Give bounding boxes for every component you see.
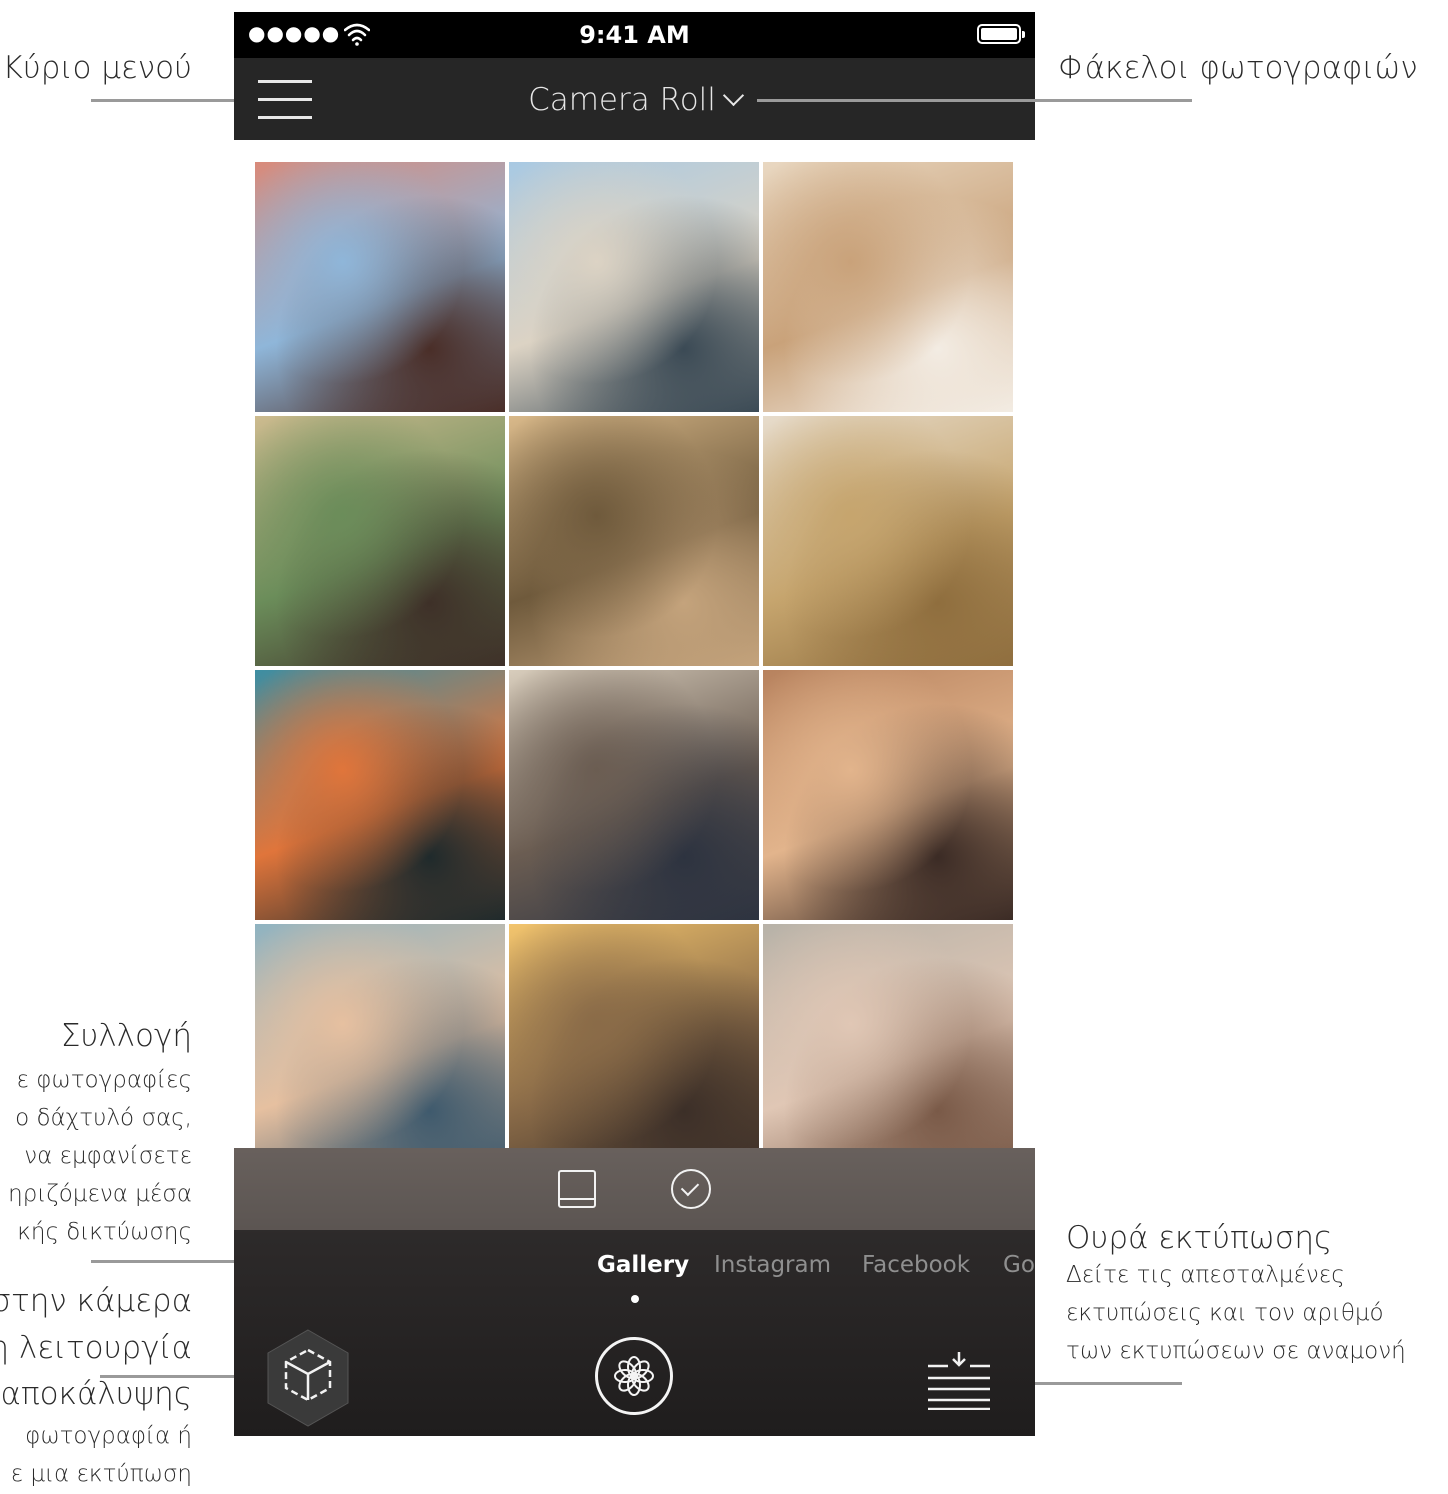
- callout-gallery-line: ο δάχτυλό σας,: [15, 1104, 192, 1131]
- callout-print-queue-line: των εκτυπώσεων σε αναμονή: [1066, 1338, 1406, 1365]
- check-circle-icon[interactable]: [671, 1169, 711, 1209]
- bottom-panel: Gallery Instagram Facebook Goo: [234, 1148, 1035, 1436]
- photo-thumbnail[interactable]: [763, 162, 1013, 412]
- callout-gallery-line: ε φωτογραφίες: [16, 1067, 192, 1093]
- callout-camera-reveal-line: στην κάμερα: [0, 1283, 192, 1319]
- tab-facebook[interactable]: Facebook: [862, 1252, 970, 1278]
- album-title: Camera Roll: [528, 82, 716, 118]
- source-tabs: Gallery Instagram Facebook Goo: [234, 1248, 1035, 1288]
- print-queue-icon[interactable]: [928, 1352, 990, 1410]
- callout-gallery-line: κής δικτύωσης: [17, 1218, 192, 1245]
- photo-thumbnail[interactable]: [255, 924, 505, 1174]
- status-time: 9:41 AM: [579, 21, 690, 49]
- callout-gallery: Συλλογή: [61, 1018, 192, 1055]
- phone-screen: ●●●●● 9:41 AM Camera Roll Gallery Instag…: [234, 12, 1035, 1436]
- callout-main-menu: Κύριο μενού: [3, 50, 192, 87]
- callout-photo-folders-title: Φάκελοι φωτογραφιών: [1058, 50, 1418, 86]
- photo-thumbnail[interactable]: [509, 416, 759, 666]
- callout-photo-folders: Φάκελοι φωτογραφιών: [1058, 50, 1418, 87]
- capture-button[interactable]: [595, 1337, 673, 1415]
- photo-thumbnail[interactable]: [763, 416, 1013, 666]
- photo-folders-leader-line: [757, 99, 1192, 102]
- main-menu-leader-line: [91, 99, 241, 102]
- flower-shutter-icon: [614, 1356, 654, 1396]
- callout-camera-reveal-body-line: ε μια εκτύπωση: [10, 1460, 192, 1487]
- photo-thumbnail[interactable]: [763, 924, 1013, 1174]
- photo-thumbnail[interactable]: [255, 670, 505, 920]
- callout-camera-reveal-line: η λειτουργία: [0, 1329, 192, 1366]
- callout-camera-reveal: στην κάμερα η λειτουργία αποκάλυψης: [0, 1278, 192, 1418]
- callout-gallery-line: ηριζόμενα μέσα: [8, 1180, 192, 1207]
- callout-print-queue-line: Δείτε τις απεσταλμένες: [1066, 1262, 1345, 1289]
- photo-thumbnail[interactable]: [509, 162, 759, 412]
- photo-thumbnail[interactable]: [255, 162, 505, 412]
- photo-thumbnail[interactable]: [509, 670, 759, 920]
- print-queue-leader-line: [1010, 1382, 1182, 1385]
- active-tab-indicator: [631, 1295, 639, 1303]
- tab-instagram[interactable]: Instagram: [714, 1252, 831, 1278]
- chevron-down-icon: [722, 84, 745, 107]
- callout-print-queue-line: εκτυπώσεις και τον αριθμό: [1066, 1300, 1384, 1327]
- callout-print-queue-title: Ουρά εκτύπωσης: [1066, 1220, 1333, 1256]
- callout-gallery-description: ε φωτογραφίες ο δάχτυλό σας, να εμφανίσε…: [8, 1062, 192, 1252]
- photo-thumbnail[interactable]: [509, 924, 759, 1174]
- view-toolbar: [234, 1148, 1035, 1230]
- callout-camera-reveal-description: φωτογραφία ή ε μια εκτύπωση: [11, 1418, 192, 1494]
- callout-main-menu-title: Κύριο μενού: [2, 50, 192, 86]
- cube-icon[interactable]: [264, 1328, 352, 1428]
- tab-gallery[interactable]: Gallery: [597, 1252, 689, 1278]
- callout-print-queue: Ουρά εκτύπωσης Δείτε τις απεσταλμένες εκ…: [1066, 1220, 1406, 1371]
- photo-thumbnail[interactable]: [255, 416, 505, 666]
- callout-gallery-line: να εμφανίσετε: [24, 1142, 192, 1169]
- single-view-icon[interactable]: [558, 1170, 596, 1208]
- callout-gallery-title: Συλλογή: [60, 1018, 192, 1054]
- callout-camera-reveal-body-line: φωτογραφία ή: [25, 1423, 192, 1449]
- photo-thumbnail[interactable]: [763, 670, 1013, 920]
- status-bar: ●●●●● 9:41 AM: [234, 12, 1035, 58]
- battery-icon: [977, 24, 1025, 44]
- tab-google[interactable]: Goo: [1003, 1252, 1035, 1278]
